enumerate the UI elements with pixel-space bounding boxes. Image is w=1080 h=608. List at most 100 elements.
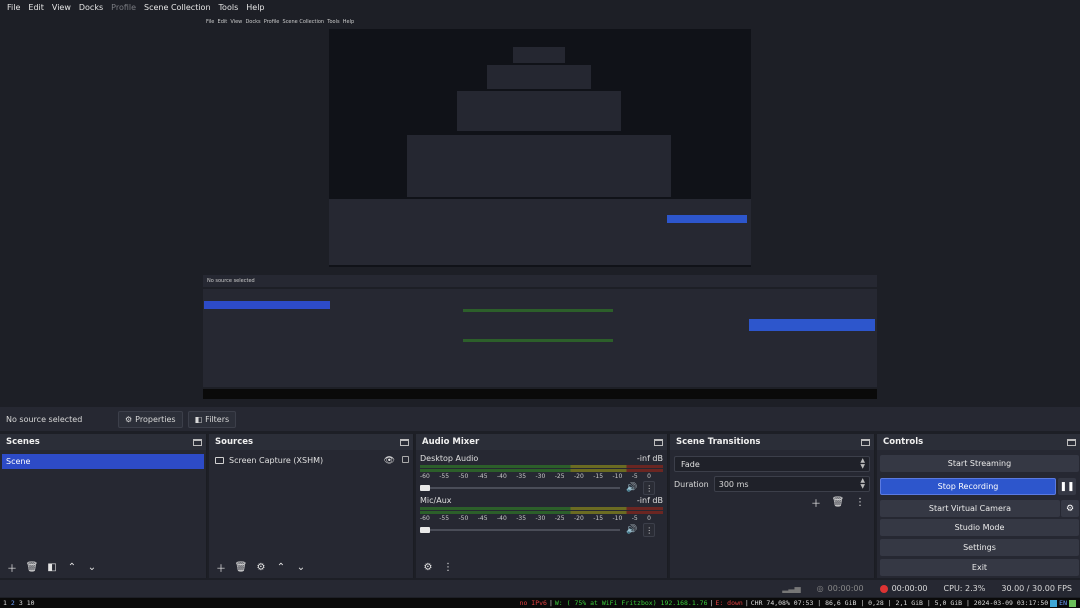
mixer-channel-mic: Mic/Aux -inf dB -60 -55 -50 -45 -40 -35 -30 -25… (416, 494, 667, 537)
lock-icon[interactable] (402, 456, 409, 463)
mixer-menu-button[interactable]: ⋮ (440, 559, 456, 575)
mixer-dock-title: Audio Mixer (416, 434, 667, 450)
duration-input[interactable]: 300 ms ▲ ▼ (713, 476, 870, 492)
keyboard-layout[interactable]: EN (1059, 599, 1067, 607)
menu-tools[interactable]: Tools (215, 3, 243, 12)
add-scene-button[interactable]: ＋ (4, 559, 20, 575)
move-scene-down-button[interactable]: ⌄ (84, 559, 100, 575)
volume-slider-handle[interactable] (420, 527, 430, 533)
transition-selected: Fade (681, 459, 700, 469)
stream-icon: ◎ (816, 584, 824, 593)
workspace-button[interactable]: 2 (11, 599, 15, 607)
transitions-dock-title: Scene Transitions (670, 434, 874, 450)
undock-icon[interactable] (193, 438, 202, 446)
ipv6-status: no IPv6 (519, 599, 547, 607)
transitions-body: Fade ▲ ▼ Duration 300 ms ▲ ▼ (670, 452, 874, 495)
move-source-up-button[interactable]: ⌃ (273, 559, 289, 575)
scene-filters-button[interactable]: ◧ (44, 559, 60, 575)
volume-meter (420, 507, 663, 515)
source-properties-button[interactable]: ⚙ (253, 559, 269, 575)
menu-edit[interactable]: Edit (24, 3, 48, 12)
settings-button[interactable]: Settings (880, 539, 1079, 556)
menu-scene-collection[interactable]: Scene Collection (140, 3, 215, 12)
menu-docks[interactable]: Docks (75, 3, 107, 12)
sources-toolbar: ＋ 🗑 ⚙ ⌃ ⌄ (209, 556, 413, 578)
source-item-label: Screen Capture (XSHM) (229, 456, 324, 465)
mixer-toolbar: ⚙ ⋮ (416, 556, 667, 578)
status-line: no IPv6 | W: ( 75% at WiFi Fritzbox) 192… (520, 598, 1076, 608)
remove-source-button[interactable]: 🗑 (233, 559, 249, 575)
speaker-icon[interactable]: 🔊 (626, 525, 637, 535)
menu-help[interactable]: Help (242, 3, 268, 12)
remove-scene-button[interactable]: 🗑 (24, 559, 40, 575)
fps-readout: 30.00 / 30.00 FPS (1001, 584, 1072, 593)
stop-recording-button[interactable]: Stop Recording (880, 478, 1056, 495)
sources-list: Screen Capture (XSHM) 👁 (209, 452, 413, 554)
transitions-title: Scene Transitions (676, 437, 761, 447)
tray-app-icon[interactable] (1050, 599, 1058, 607)
scenes-dock: Scenes Scene ＋ 🗑 ◧ ⌃ ⌄ (0, 434, 207, 578)
meter-ticks: -60 -55 -50 -45 -40 -35 -30 -25 -20 -15 -10 -5 0 (420, 515, 651, 522)
preview-area: File Edit View Docks Profile Scene Colle… (0, 14, 1080, 406)
transition-select[interactable]: Fade ▲ ▼ (674, 456, 870, 472)
channel-name: Mic/Aux (420, 496, 452, 505)
properties-button[interactable]: ⚙ Properties (118, 410, 183, 428)
menu-file[interactable]: File (3, 3, 24, 12)
visibility-eye-icon[interactable]: 👁 (384, 456, 395, 466)
chevron-updown-icon[interactable]: ▲ ▼ (860, 478, 865, 490)
filter-icon: ◧ (194, 414, 203, 424)
volume-slider-handle[interactable] (420, 485, 430, 491)
scenes-toolbar: ＋ 🗑 ◧ ⌃ ⌄ (0, 556, 206, 578)
workspaces: 1 2 3 10 (3, 599, 35, 607)
system-taskbar: 1 2 3 10 no IPv6 | W: ( 75% at WiFi Frit… (0, 598, 1080, 608)
undock-icon[interactable] (400, 438, 409, 446)
mixer-title: Audio Mixer (422, 437, 480, 447)
volume-slider[interactable] (420, 527, 620, 533)
channel-menu-button[interactable]: ⋮ (643, 523, 656, 537)
chevron-updown-icon: ▲ ▼ (860, 457, 865, 470)
volume-slider[interactable] (420, 485, 620, 491)
transition-menu-button[interactable]: ⋮ (852, 494, 868, 510)
undock-icon[interactable] (654, 438, 663, 446)
record-time: 00:00:00 (891, 584, 928, 593)
cpu-usage: CPU: 2.3% (943, 584, 986, 593)
system-stats: CHR 74,08% 07:53 | 86,6 GiB | 0,28 | 2,1… (750, 599, 1049, 607)
start-streaming-button[interactable]: Start Streaming (880, 455, 1079, 472)
studio-mode-button[interactable]: Studio Mode (880, 519, 1079, 536)
record-status: 00:00:00 (879, 584, 928, 593)
transitions-dock: Scene Transitions Fade ▲ ▼ Duration 300 m… (670, 434, 875, 578)
add-transition-button[interactable]: ＋ (808, 494, 824, 510)
ethernet-status: E: down (715, 599, 743, 607)
scene-item[interactable]: Scene (2, 454, 204, 469)
filters-button[interactable]: ◧ Filters (187, 410, 237, 428)
duration-value: 300 ms (718, 479, 749, 489)
source-item[interactable]: Screen Capture (XSHM) 👁 (209, 452, 413, 469)
exit-button[interactable]: Exit (880, 559, 1079, 576)
tray-network-icon[interactable] (1069, 599, 1076, 607)
controls-dock: Controls Start Streaming Stop Recording … (877, 434, 1080, 578)
start-virtual-camera-button[interactable]: Start Virtual Camera (880, 500, 1060, 517)
move-source-down-button[interactable]: ⌄ (293, 559, 309, 575)
add-source-button[interactable]: ＋ (213, 559, 229, 575)
controls-title: Controls (883, 437, 924, 447)
advanced-audio-button[interactable]: ⚙ (420, 559, 436, 575)
speaker-icon[interactable]: 🔊 (626, 483, 637, 493)
menu-profile[interactable]: Profile (107, 3, 140, 12)
network-signal-icon: ▂▃▅ (782, 584, 801, 593)
pause-recording-button[interactable]: ❚❚ (1058, 478, 1076, 495)
workspace-button[interactable]: 10 (27, 599, 35, 607)
move-scene-up-button[interactable]: ⌃ (64, 559, 80, 575)
scenes-list: Scene (0, 452, 206, 554)
no-source-label: No source selected (6, 414, 83, 424)
workspace-button[interactable]: 3 (19, 599, 23, 607)
stream-time: 00:00:00 (827, 584, 864, 593)
nested-menubar: File Edit View Docks Profile Scene Colle… (206, 19, 355, 25)
channel-menu-button[interactable]: ⋮ (643, 481, 656, 495)
preview-canvas[interactable]: File Edit View Docks Profile Scene Colle… (203, 17, 877, 399)
virtual-camera-settings-button[interactable]: ⚙ (1061, 500, 1079, 517)
menu-view[interactable]: View (48, 3, 75, 12)
remove-transition-button[interactable]: 🗑 (830, 494, 846, 510)
undock-icon[interactable] (1067, 438, 1076, 446)
undock-icon[interactable] (861, 438, 870, 446)
workspace-button[interactable]: 1 (3, 599, 7, 607)
